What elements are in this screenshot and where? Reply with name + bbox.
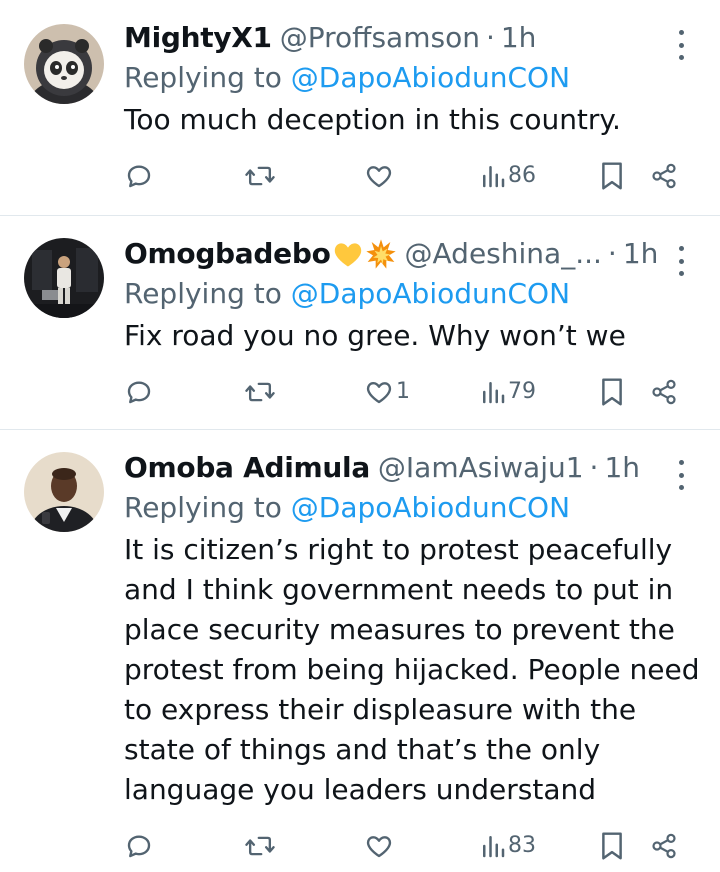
avatar[interactable] <box>24 24 104 104</box>
user-handle[interactable]: @IamAsiwaju1 <box>378 448 584 488</box>
replying-to-label: Replying to <box>124 277 291 310</box>
like-button[interactable]: 1 <box>364 374 410 410</box>
reply-icon <box>127 165 151 188</box>
reply-button[interactable] <box>124 158 156 194</box>
share-icon <box>652 163 676 189</box>
timestamp[interactable]: 1h <box>501 18 537 58</box>
tweet-header: Omogbadebo @Adeshina_... · 1h <box>124 234 700 274</box>
user-handle[interactable]: @Adeshina_... <box>405 234 602 274</box>
views-count: 83 <box>508 833 536 858</box>
more-options-icon[interactable] <box>676 460 686 490</box>
heart-icon <box>366 836 392 858</box>
tweet-text-line: protest from being hijacked. People need <box>124 653 700 686</box>
tweet-text-line: language you leaders understand <box>124 773 597 806</box>
tweet-actions: 83 <box>124 810 700 872</box>
tweet-text: It is citizen’s right to protest peacefu… <box>124 530 700 810</box>
share-icon <box>652 833 676 859</box>
display-name[interactable]: MightyX1 <box>124 18 272 58</box>
tweet-header: Omoba Adimula @IamAsiwaju1 · 1h <box>124 448 700 488</box>
retweet-button[interactable] <box>244 158 278 194</box>
like-button[interactable] <box>364 158 396 194</box>
tweet-text-line: and I think government needs to put in <box>124 573 674 606</box>
views-count: 86 <box>508 163 536 188</box>
tweet-header: MightyX1 @Proffsamson · 1h <box>124 18 700 58</box>
reply-tweet[interactable]: Omoba Adimula @IamAsiwaju1 · 1h Replying… <box>0 430 720 872</box>
share-button[interactable] <box>650 374 678 410</box>
like-button[interactable] <box>364 828 396 864</box>
tweet-text: Too much deception in this country. <box>124 103 621 136</box>
retweet-button[interactable] <box>244 374 278 410</box>
heart-icon <box>366 382 392 404</box>
separator-dot: · <box>485 21 495 54</box>
reply-icon <box>127 381 151 404</box>
tweet-actions: 1 79 <box>124 356 700 438</box>
bookmark-icon <box>602 162 622 190</box>
separator-dot: · <box>607 237 617 270</box>
views-icon <box>483 166 505 188</box>
bookmark-button[interactable] <box>598 828 626 864</box>
timestamp[interactable]: 1h <box>623 234 659 274</box>
views-button[interactable]: 79 <box>480 374 536 410</box>
reply-icon <box>127 835 151 858</box>
replying-to-label: Replying to <box>124 61 291 94</box>
retweet-button[interactable] <box>244 828 278 864</box>
avatar[interactable] <box>24 452 104 532</box>
retweet-icon <box>245 836 275 856</box>
heart-icon <box>366 166 392 188</box>
tweet-text: Fix road you no gree. Why won’t we <box>124 319 626 352</box>
views-button[interactable]: 86 <box>480 158 536 194</box>
person-standing-dark-avatar-image <box>24 238 104 318</box>
display-name[interactable]: Omogbadebo <box>124 234 331 274</box>
views-button[interactable]: 83 <box>480 828 536 864</box>
tweet-text-line: It is citizen’s right to protest peacefu… <box>124 533 673 566</box>
replying-to-line: Replying to @DapoAbiodunCON <box>124 58 700 98</box>
share-button[interactable] <box>650 158 678 194</box>
avatar[interactable] <box>24 238 104 318</box>
replies-feed: MightyX1 @Proffsamson · 1h Replying to @… <box>0 0 720 872</box>
bookmark-button[interactable] <box>598 374 626 410</box>
like-count: 1 <box>396 379 410 404</box>
user-handle[interactable]: @Proffsamson <box>280 18 480 58</box>
bookmark-button[interactable] <box>598 158 626 194</box>
reply-tweet[interactable]: Omogbadebo @Adeshina_... · 1h Replying t… <box>0 216 720 430</box>
replying-to-line: Replying to @DapoAbiodunCON <box>124 274 700 314</box>
bookmark-icon <box>602 378 622 406</box>
yellow-heart-icon <box>333 240 363 268</box>
man-in-suit-avatar-image <box>24 452 104 532</box>
replying-to-line: Replying to @DapoAbiodunCON <box>124 488 700 528</box>
tweet-text-line: place security measures to prevent the <box>124 613 675 646</box>
retweet-icon <box>245 382 275 402</box>
tweet-actions: 86 <box>124 140 700 222</box>
views-icon <box>483 836 505 858</box>
display-name[interactable]: Omoba Adimula <box>124 448 370 488</box>
replying-to-label: Replying to <box>124 491 291 524</box>
replying-to-handle-link[interactable]: @DapoAbiodunCON <box>291 61 570 94</box>
reply-button[interactable] <box>124 828 156 864</box>
reply-button[interactable] <box>124 374 156 410</box>
tweet-text-line: to express their displeasure with the <box>124 693 637 726</box>
replying-to-handle-link[interactable]: @DapoAbiodunCON <box>291 491 570 524</box>
separator-dot: · <box>589 451 599 484</box>
timestamp[interactable]: 1h <box>604 448 640 488</box>
bookmark-icon <box>602 832 622 860</box>
more-options-icon[interactable] <box>676 30 686 60</box>
views-icon <box>483 382 505 404</box>
share-icon <box>652 379 676 405</box>
views-count: 79 <box>508 379 536 404</box>
tweet-text-line: state of things and that’s the only <box>124 733 601 766</box>
collision-icon <box>365 238 397 270</box>
replying-to-handle-link[interactable]: @DapoAbiodunCON <box>291 277 570 310</box>
more-options-icon[interactable] <box>676 246 686 276</box>
reply-tweet[interactable]: MightyX1 @Proffsamson · 1h Replying to @… <box>0 0 720 216</box>
panda-hoodie-avatar-image <box>24 24 104 104</box>
share-button[interactable] <box>650 828 678 864</box>
retweet-icon <box>245 166 275 186</box>
